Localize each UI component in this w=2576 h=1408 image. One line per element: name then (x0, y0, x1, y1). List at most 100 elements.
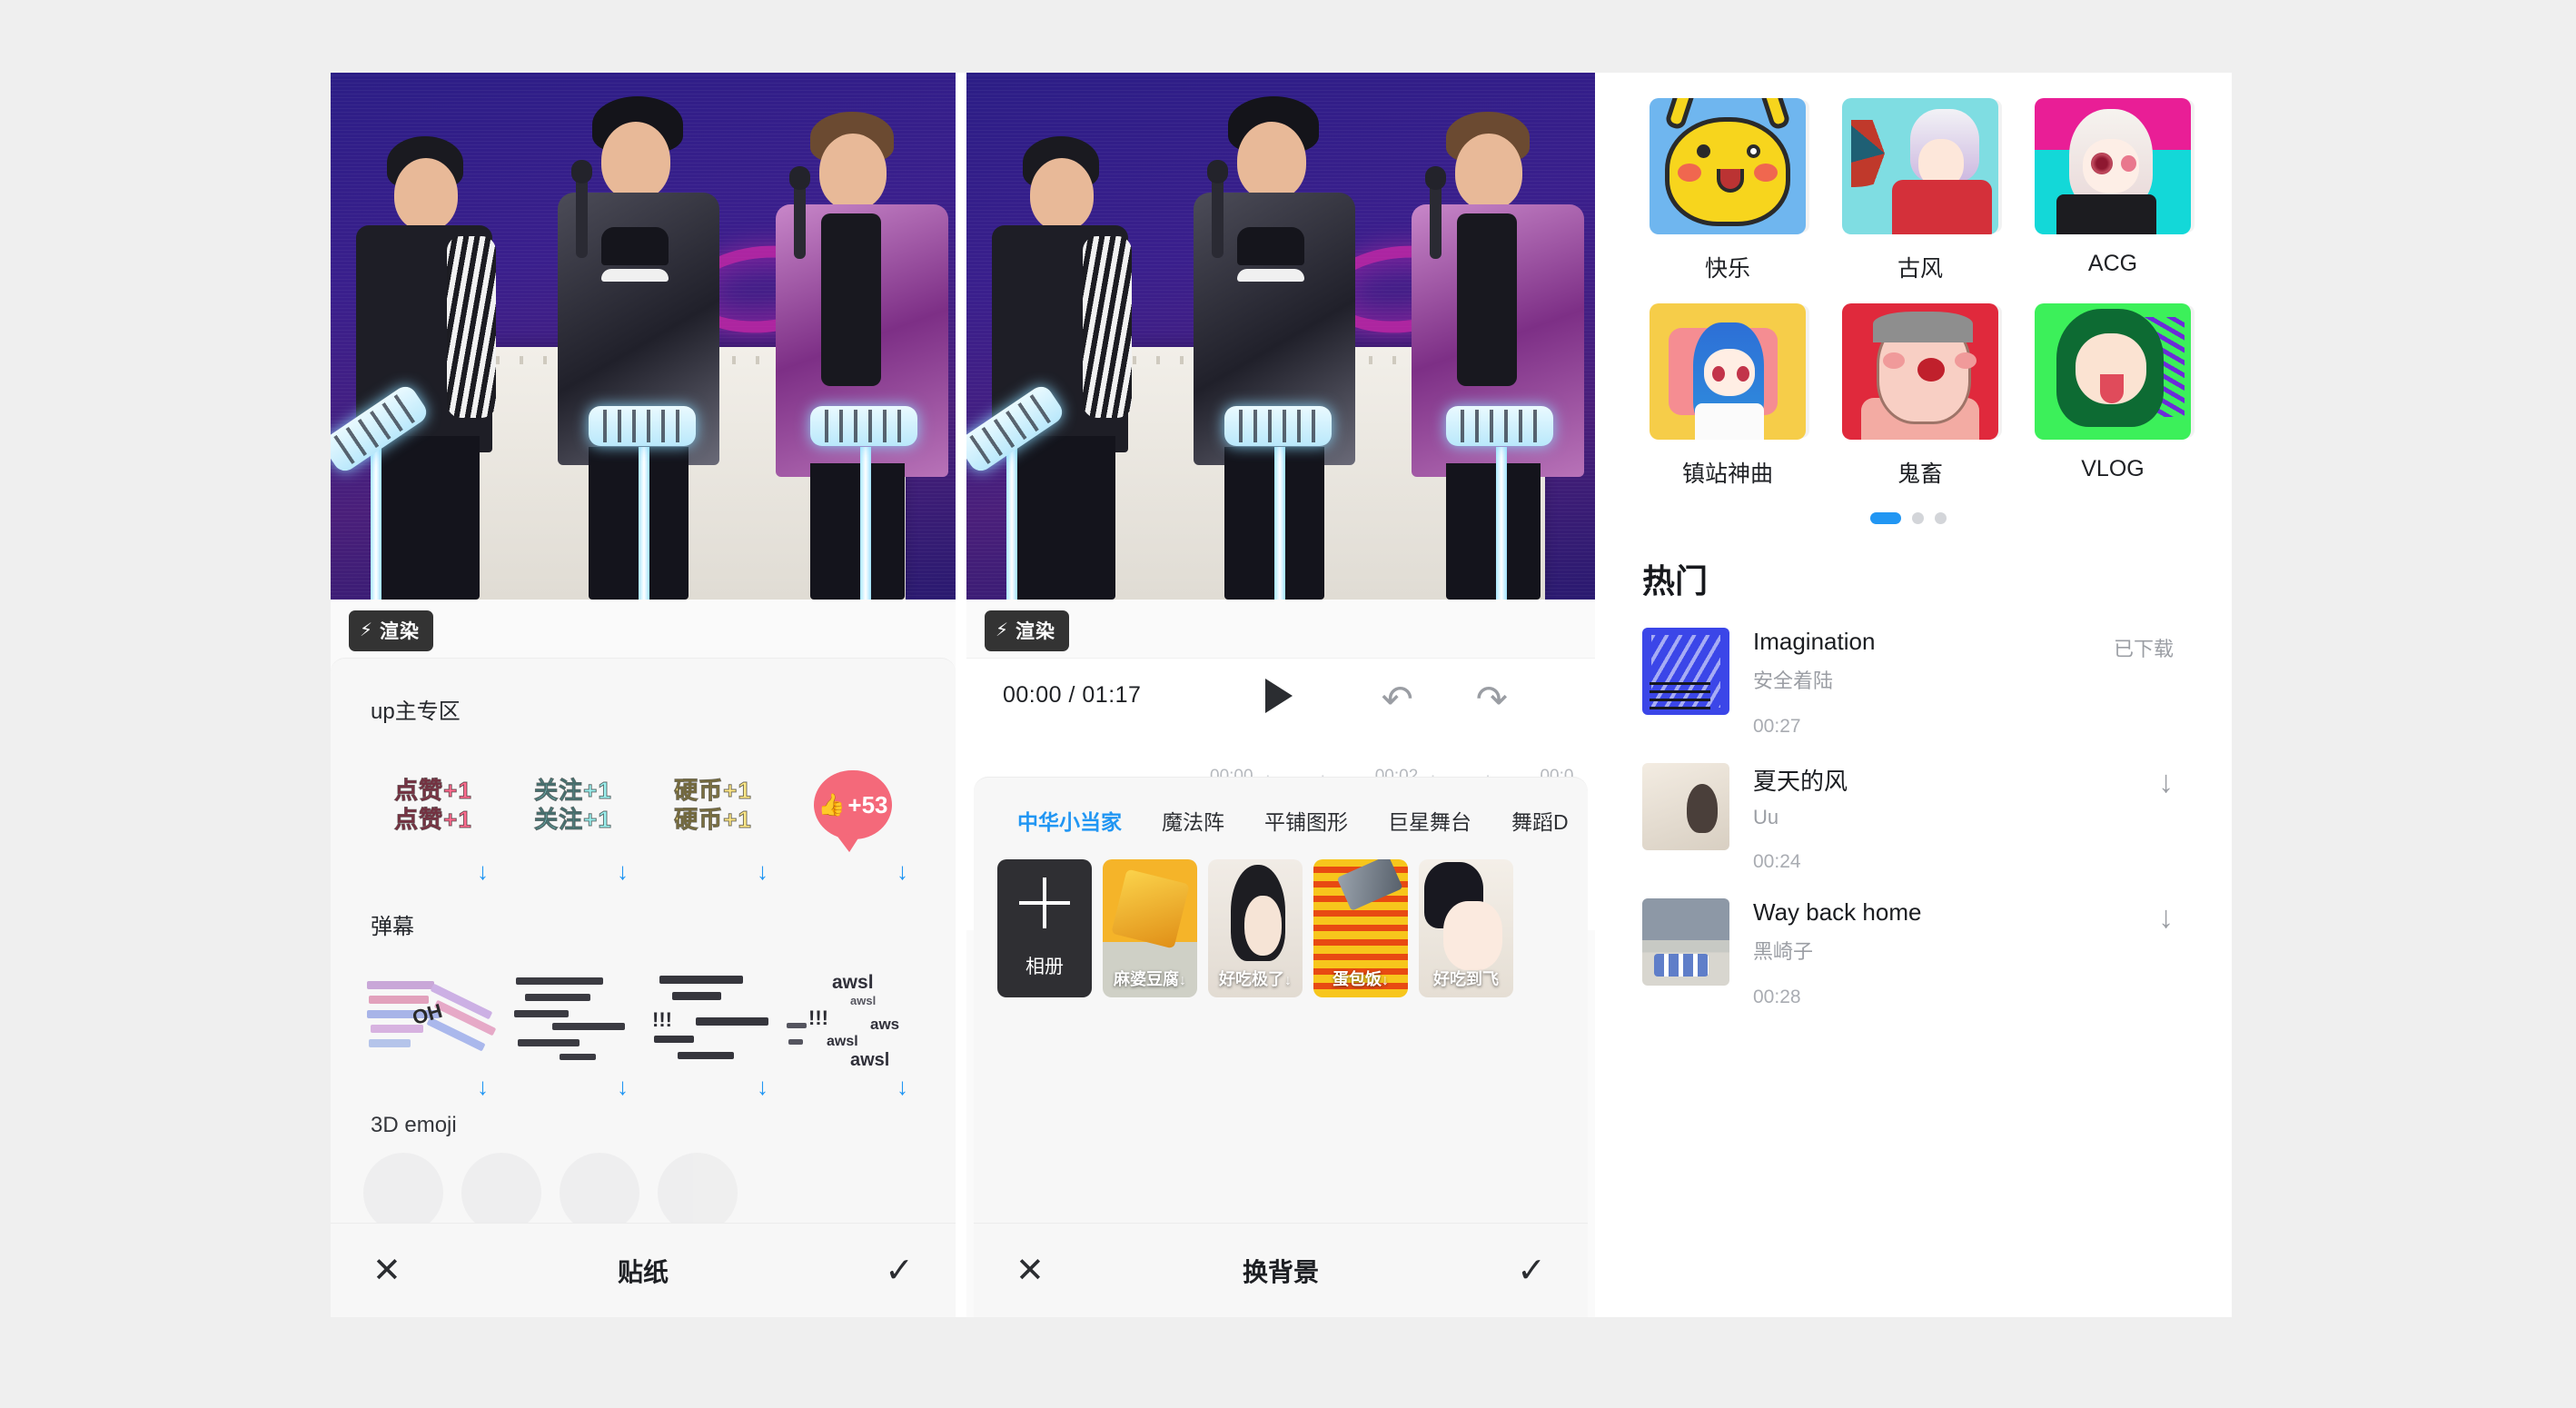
background-thumb-haochidaofei[interactable]: 好吃到飞 (1419, 859, 1513, 997)
glow-hammer-right (807, 404, 925, 600)
close-icon[interactable]: ✕ (372, 1254, 401, 1288)
background-thumb-row[interactable]: 相册 麻婆豆腐↓ 好吃极了↓ 蛋包饭↓ 好吃到飞 (974, 836, 1588, 997)
track-row[interactable]: Imagination 安全着陆 00:27 已下载 (1602, 615, 2214, 750)
glow-hammer-left (331, 382, 431, 600)
track-cover (1642, 628, 1729, 715)
background-thumb-danbaofan[interactable]: 蛋包饭↓ (1313, 859, 1408, 997)
album-picker-button[interactable]: 相册 (997, 859, 1092, 997)
up-sticker-row: 点赞+1 点赞+1 ↓ 关注+1 关注+1 ↓ 硬币+1 硬币+1 ↓ 👍 +5… (331, 730, 956, 883)
download-arrow-icon[interactable]: ↓ (477, 1075, 489, 1098)
confirm-check-icon[interactable]: ✓ (1517, 1254, 1546, 1288)
download-arrow-icon[interactable]: ↓ (617, 1075, 629, 1098)
danmaku-item-4[interactable]: awsl awsl !!! aws awsl awsl ↓ (783, 962, 923, 1098)
track-artist: 黑崎子 (1753, 940, 1814, 963)
emoji-item[interactable] (363, 1153, 443, 1223)
video-preview-mid[interactable] (966, 73, 1595, 600)
download-arrow-icon[interactable]: ↓ (617, 859, 629, 883)
sticker-follow-line1: 关注+1 (534, 776, 612, 804)
download-icon[interactable]: ↓ (2158, 898, 2174, 933)
pager-dot-1[interactable] (1869, 512, 1901, 524)
category-thumb (1842, 98, 1998, 234)
track-row[interactable]: Way back home 黑崎子 00:28 ↓ (1602, 886, 2214, 1021)
category-thumb (1650, 98, 1806, 234)
thumbs-up-bubble: 👍 +53 (814, 770, 892, 839)
danmaku-item-3[interactable]: !!! ↓ (643, 962, 783, 1098)
category-thumb (2035, 98, 2191, 234)
background-action-bar: ✕ 换背景 ✓ (974, 1223, 1588, 1317)
redo-icon[interactable]: ↷ (1476, 680, 1508, 719)
tab-wudao[interactable]: 舞蹈D (1491, 805, 1588, 836)
category-pager[interactable] (1602, 489, 2214, 524)
danmaku-item-2[interactable]: ↓ (503, 962, 643, 1098)
category-label: 镇站神曲 (1681, 461, 1773, 487)
emoji-item[interactable] (560, 1153, 639, 1223)
category-item-guichu[interactable]: 鬼畜 (1842, 303, 1998, 489)
confirm-check-icon[interactable]: ✓ (885, 1254, 914, 1288)
danmaku-art-4: awsl awsl !!! aws awsl awsl (785, 970, 921, 1070)
emoji-item[interactable] (658, 1153, 738, 1223)
danmaku-art-2 (505, 970, 641, 1070)
download-icon[interactable]: ↓ (2158, 763, 2174, 798)
category-item-zhenzhanshenqu[interactable]: 镇站神曲 (1650, 303, 1806, 489)
tab-mofazhen[interactable]: 魔法阵 (1142, 805, 1244, 836)
danmaku-item-1[interactable]: OH ↓ (363, 962, 503, 1098)
category-label: ACG (2087, 251, 2138, 276)
render-badge-row-left: ⚡ 渲染 (331, 600, 956, 658)
thumbs-up-icon: 👍 (817, 792, 846, 818)
track-meta: Imagination 安全着陆 00:27 (1729, 628, 2114, 738)
tab-pingputuxing[interactable]: 平铺图形 (1244, 805, 1368, 836)
background-tabs[interactable]: 中华小当家 魔法阵 平铺图形 巨星舞台 舞蹈D (974, 778, 1588, 836)
play-button[interactable] (1265, 679, 1293, 713)
tab-juxingwutai[interactable]: 巨星舞台 (1368, 805, 1491, 836)
sticker-like-line2: 点赞+1 (394, 806, 472, 834)
thumb-caption: 好吃极了↓ (1219, 970, 1292, 988)
background-panel-title: 换背景 (1242, 1257, 1319, 1286)
sticker-item-like[interactable]: 点赞+1 点赞+1 ↓ (363, 747, 503, 883)
sticker-coin-line2: 硬币+1 (674, 806, 752, 834)
render-badge-row-mid: ⚡ 渲染 (966, 600, 1595, 658)
category-thumb (1650, 303, 1806, 440)
glow-hammer-left (966, 382, 1067, 600)
tab-zhonghua-xiaodangjia[interactable]: 中华小当家 (997, 805, 1142, 836)
undo-icon[interactable]: ↶ (1382, 680, 1413, 719)
track-name: Way back home (1753, 898, 1922, 926)
sticker-follow-line2: 关注+1 (534, 806, 612, 834)
background-thumb-mapodoufu[interactable]: 麻婆豆腐↓ (1103, 859, 1197, 997)
player-controls: 00:00 / 01:17 ↶ ↷ (966, 658, 1595, 767)
sticker-item-coin[interactable]: 硬币+1 硬币+1 ↓ (643, 747, 783, 883)
thumb-caption: 好吃到飞 (1433, 970, 1499, 988)
close-icon[interactable]: ✕ (1016, 1254, 1045, 1288)
track-cover (1642, 898, 1729, 986)
glow-hammer-right (1442, 404, 1560, 600)
sticker-item-follow[interactable]: 关注+1 关注+1 ↓ (503, 747, 643, 883)
download-arrow-icon[interactable]: ↓ (897, 859, 908, 883)
background-sheet: 中华小当家 魔法阵 平铺图形 巨星舞台 舞蹈D 相册 麻婆豆腐↓ 好吃极了↓ 蛋… (974, 777, 1588, 1223)
editor-stage: ⚡ 渲染 up主专区 点赞+1 点赞+1 ↓ 关注+1 关注+1 ↓ 硬币+1 … (331, 73, 2232, 1317)
track-artist: Uu (1753, 806, 1779, 828)
download-arrow-icon[interactable]: ↓ (757, 1075, 768, 1098)
emoji-row-clipped[interactable] (331, 1144, 956, 1223)
download-arrow-icon[interactable]: ↓ (757, 859, 768, 883)
video-preview-left[interactable] (331, 73, 956, 600)
music-track-list: Imagination 安全着陆 00:27 已下载 夏天的风 Uu 00:24… (1602, 602, 2214, 1021)
track-duration: 00:27 (1753, 716, 1801, 737)
download-arrow-icon[interactable]: ↓ (477, 859, 489, 883)
thumb-caption: 麻婆豆腐↓ (1114, 970, 1186, 988)
section-title-up: up主专区 (371, 699, 461, 724)
pager-dot-2[interactable] (1911, 512, 1924, 524)
render-badge-left[interactable]: ⚡ 渲染 (349, 610, 434, 651)
sticker-scroll-area[interactable]: up主专区 点赞+1 点赞+1 ↓ 关注+1 关注+1 ↓ 硬币+1 硬币+1 (331, 659, 956, 1223)
background-thumb-haochijile[interactable]: 好吃极了↓ (1208, 859, 1303, 997)
sticker-item-thumbs[interactable]: 👍 +53 ↓ (783, 747, 923, 883)
category-item-vlog[interactable]: VLOG (2035, 303, 2191, 489)
category-item-acg[interactable]: ACG (2035, 98, 2191, 283)
emoji-item[interactable] (461, 1153, 541, 1223)
render-badge-mid[interactable]: ⚡ 渲染 (985, 610, 1070, 651)
track-row[interactable]: 夏天的风 Uu 00:24 ↓ (1602, 750, 2214, 886)
category-item-kuaile[interactable]: 快乐 (1650, 98, 1806, 283)
download-arrow-icon[interactable]: ↓ (897, 1075, 908, 1098)
plus-icon (1019, 878, 1070, 928)
category-item-gufeng[interactable]: 古风 (1842, 98, 1998, 283)
pager-dot-3[interactable] (1934, 512, 1947, 524)
category-thumb (1842, 303, 1998, 440)
